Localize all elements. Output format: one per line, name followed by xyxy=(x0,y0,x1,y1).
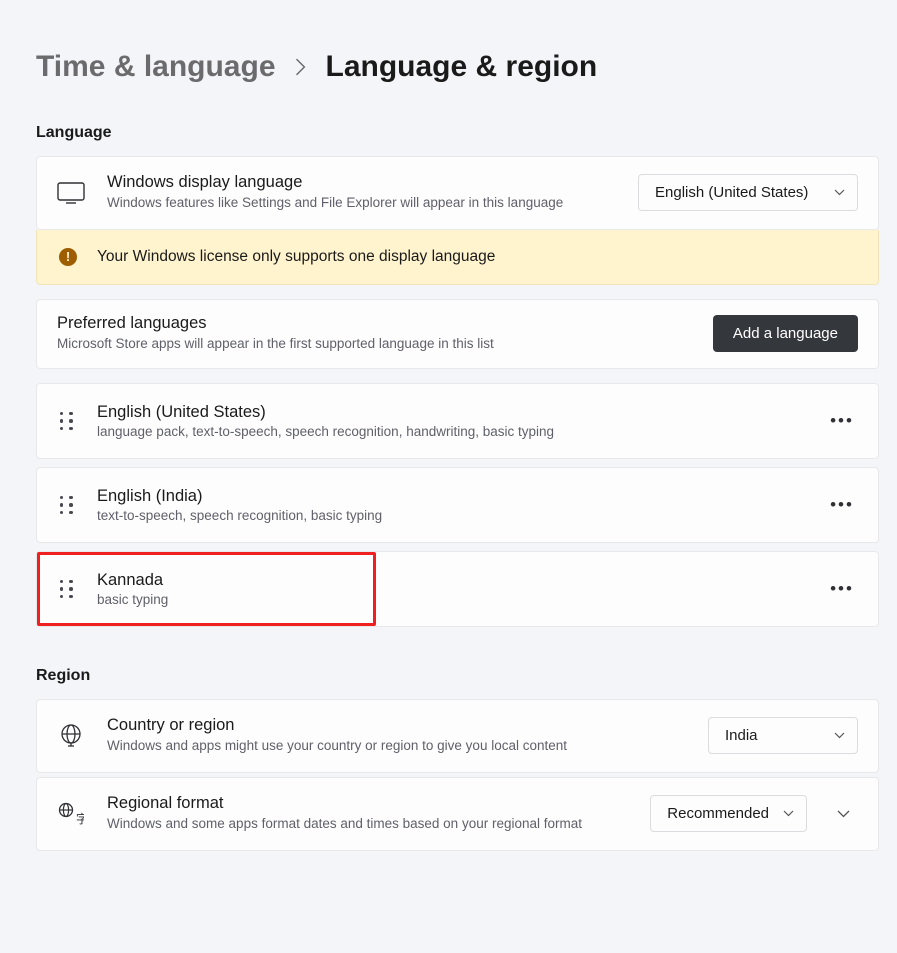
breadcrumb-parent[interactable]: Time & language xyxy=(36,50,276,84)
breadcrumb: Time & language Language & region xyxy=(36,50,879,84)
translate-icon: 字 xyxy=(57,800,85,828)
region-section-heading: Region xyxy=(36,667,879,685)
format-value: Recommended xyxy=(667,805,769,822)
language-features: language pack, text-to-speech, speech re… xyxy=(97,424,804,439)
display-language-card: Windows display language Windows feature… xyxy=(36,156,879,230)
expand-button[interactable] xyxy=(829,810,858,818)
country-desc: Windows and apps might use your country … xyxy=(107,737,587,756)
add-language-button[interactable]: Add a language xyxy=(713,315,858,352)
chevron-right-icon xyxy=(294,58,308,76)
regional-format-card: 字 Regional format Windows and some apps … xyxy=(36,777,879,851)
display-language-dropdown[interactable]: English (United States) xyxy=(638,174,858,211)
more-options-button[interactable]: ••• xyxy=(826,489,858,521)
language-features: text-to-speech, speech recognition, basi… xyxy=(97,508,804,523)
drag-handle-icon[interactable] xyxy=(57,578,75,600)
page-title: Language & region xyxy=(326,50,598,84)
chevron-down-icon xyxy=(834,189,845,196)
preferred-desc: Microsoft Store apps will appear in the … xyxy=(57,335,693,354)
country-value: India xyxy=(725,727,758,744)
language-name: Kannada xyxy=(97,571,804,590)
display-language-title: Windows display language xyxy=(107,173,616,192)
chevron-down-icon xyxy=(834,732,845,739)
preferred-languages-header: Preferred languages Microsoft Store apps… xyxy=(36,299,879,369)
language-name: English (United States) xyxy=(97,403,804,422)
warning-text: Your Windows license only supports one d… xyxy=(97,248,495,266)
format-title: Regional format xyxy=(107,794,628,813)
language-item[interactable]: English (United States) language pack, t… xyxy=(36,383,879,459)
format-dropdown[interactable]: Recommended xyxy=(650,795,807,832)
language-features: basic typing xyxy=(97,592,804,607)
format-desc: Windows and some apps format dates and t… xyxy=(107,815,587,834)
country-dropdown[interactable]: India xyxy=(708,717,858,754)
display-icon xyxy=(57,179,85,207)
country-title: Country or region xyxy=(107,716,686,735)
more-options-button[interactable]: ••• xyxy=(826,573,858,605)
language-item[interactable]: Kannada basic typing ••• xyxy=(36,551,879,627)
language-section-heading: Language xyxy=(36,124,879,142)
display-language-value: English (United States) xyxy=(655,184,808,201)
drag-handle-icon[interactable] xyxy=(57,494,75,516)
chevron-down-icon xyxy=(783,810,794,817)
language-name: English (India) xyxy=(97,487,804,506)
language-item[interactable]: English (India) text-to-speech, speech r… xyxy=(36,467,879,543)
svg-text:字: 字 xyxy=(76,811,84,826)
globe-icon xyxy=(57,722,85,750)
preferred-title: Preferred languages xyxy=(57,314,693,333)
warning-icon: ! xyxy=(59,248,77,266)
more-options-button[interactable]: ••• xyxy=(826,405,858,437)
country-region-card: Country or region Windows and apps might… xyxy=(36,699,879,773)
display-language-desc: Windows features like Settings and File … xyxy=(107,194,587,213)
license-warning: ! Your Windows license only supports one… xyxy=(36,230,879,285)
drag-handle-icon[interactable] xyxy=(57,410,75,432)
